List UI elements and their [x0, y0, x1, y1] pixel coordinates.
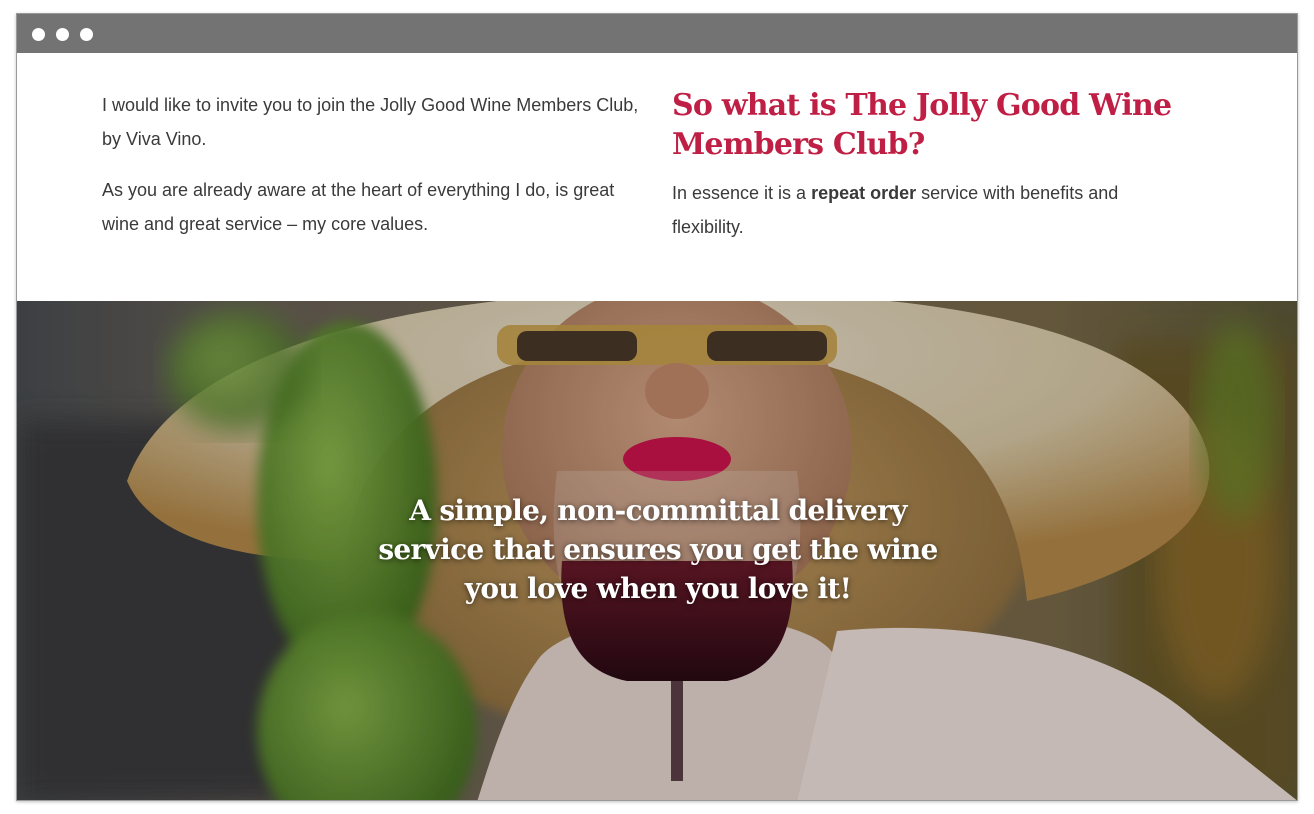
club-heading: So what is The Jolly Good Wine Members C…	[672, 88, 1172, 162]
browser-title-bar	[17, 14, 1297, 53]
club-description-emphasis: repeat order	[811, 183, 917, 203]
club-column: So what is The Jolly Good Wine Members C…	[672, 86, 1172, 261]
intro-section: I would like to invite you to join the J…	[17, 53, 1297, 301]
intro-paragraph-invite: I would like to invite you to join the J…	[102, 95, 639, 149]
club-description: In essence it is a repeat order service …	[672, 176, 1172, 244]
window-maximize-dot[interactable]	[80, 28, 93, 41]
intro-paragraph-values: As you are already aware at the heart of…	[102, 180, 615, 234]
window-minimize-dot[interactable]	[56, 28, 69, 41]
club-description-start: In essence it is a	[672, 183, 812, 203]
window-close-dot[interactable]	[32, 28, 45, 41]
browser-window: I would like to invite you to join the J…	[16, 13, 1298, 801]
hero-banner: A simple, non-committal delivery service…	[17, 301, 1297, 800]
intro-column: I would like to invite you to join the J…	[102, 88, 647, 258]
hero-caption: A simple, non-committal delivery service…	[378, 494, 938, 605]
